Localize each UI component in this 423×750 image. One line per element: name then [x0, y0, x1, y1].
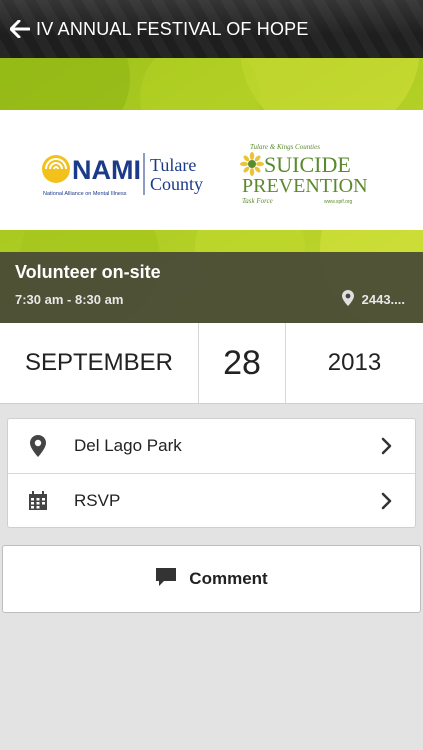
event-banner: NAMI National Alliance on Mental Illness… [0, 58, 423, 323]
arrow-left-icon[interactable] [10, 19, 30, 39]
comment-label: Comment [189, 569, 268, 588]
sp-top: Tulare & Kings Counties [250, 143, 320, 151]
event-details-list: Del Lago Park RSVP [7, 418, 416, 528]
list-item-location[interactable]: Del Lago Park [8, 419, 415, 473]
sp-line2: PREVENTION [242, 175, 368, 197]
location-label: Del Lago Park [74, 436, 182, 455]
logo-band: NAMI National Alliance on Mental Illness… [0, 110, 423, 230]
chevron-right-icon [381, 436, 393, 456]
app-header: IV ANNUAL FESTIVAL OF HOPE [0, 0, 423, 58]
map-pin-icon [26, 434, 50, 458]
event-info-band: Volunteer on-site 7:30 am - 8:30 am 2443… [0, 252, 423, 323]
event-time: 7:30 am - 8:30 am [15, 292, 124, 307]
page-title: IV ANNUAL FESTIVAL OF HOPE [36, 18, 309, 39]
nami-county-line2: County [150, 174, 203, 194]
date-day: 28 [199, 323, 286, 403]
sp-line3: Task Force [242, 197, 273, 205]
suicide-prevention-logo: Tulare & Kings Counties SUICIDE PREVENTI… [240, 140, 375, 210]
chevron-right-icon [381, 491, 393, 511]
nami-logo: NAMI National Alliance on Mental Illness… [40, 145, 220, 200]
nami-county-line1: Tulare [150, 155, 196, 175]
comment-button[interactable]: Comment [2, 545, 421, 613]
event-location-text: 2443.... [361, 292, 405, 307]
speech-bubble-icon [155, 567, 177, 592]
rsvp-label: RSVP [74, 491, 121, 510]
sp-url: www.spif.org [324, 199, 353, 205]
sp-line1: SUICIDE [264, 152, 351, 177]
event-location[interactable]: 2443.... [341, 290, 405, 309]
nami-wordmark: NAMI [72, 155, 141, 185]
event-date: SEPTEMBER 28 2013 [0, 323, 423, 404]
map-pin-icon [341, 290, 354, 309]
nami-subtitle: National Alliance on Mental Illness [43, 191, 127, 197]
calendar-icon [26, 489, 50, 513]
date-month: SEPTEMBER [0, 323, 199, 403]
event-title: Volunteer on-site [15, 262, 161, 282]
date-year: 2013 [327, 349, 382, 376]
list-item-rsvp[interactable]: RSVP [8, 473, 415, 528]
